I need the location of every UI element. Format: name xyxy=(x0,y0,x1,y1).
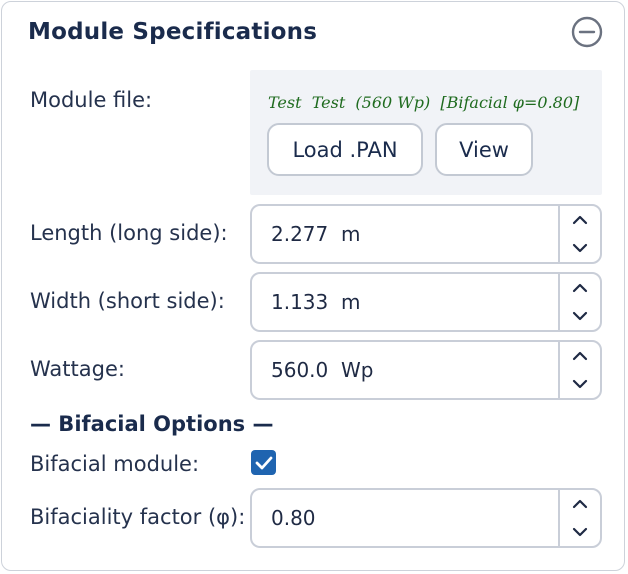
bifaciality-factor-decrement-button[interactable] xyxy=(560,518,600,546)
module-specifications-panel: Module Specifications Module file: Test … xyxy=(1,1,625,571)
wattage-decrement-button[interactable] xyxy=(560,370,600,398)
bifaciality-factor-label: Bifaciality factor (φ): xyxy=(30,505,246,529)
wattage-spinbox[interactable]: 560.0 Wp xyxy=(250,340,602,400)
length-value[interactable]: 2.277 m xyxy=(271,206,360,262)
panel-title: Module Specifications xyxy=(28,19,318,45)
checkmark-icon xyxy=(255,456,272,469)
bifacial-module-checkbox[interactable] xyxy=(251,450,276,475)
module-file-name: Test Test (560 Wp) [Bifacial φ=0.80] xyxy=(268,93,580,112)
width-increment-button[interactable] xyxy=(560,274,600,302)
chevron-up-icon xyxy=(572,499,588,509)
wattage-value[interactable]: 560.0 Wp xyxy=(271,342,373,398)
length-increment-button[interactable] xyxy=(560,206,600,234)
width-label: Width (short side): xyxy=(30,289,225,313)
view-button[interactable]: View xyxy=(435,123,533,176)
chevron-down-icon xyxy=(572,527,588,537)
chevron-up-icon xyxy=(572,283,588,293)
module-file-box: Test Test (560 Wp) [Bifacial φ=0.80] Loa… xyxy=(250,70,602,195)
chevron-up-icon xyxy=(572,215,588,225)
width-decrement-button[interactable] xyxy=(560,302,600,330)
bifacial-module-label: Bifacial module: xyxy=(30,452,200,476)
chevron-up-icon xyxy=(572,351,588,361)
bifaciality-factor-value[interactable]: 0.80 xyxy=(271,490,316,546)
width-spinbox[interactable]: 1.133 m xyxy=(250,272,602,332)
chevron-down-icon xyxy=(572,379,588,389)
collapse-button[interactable] xyxy=(571,16,603,48)
minus-circle-icon xyxy=(571,16,603,48)
length-decrement-button[interactable] xyxy=(560,234,600,262)
length-stepper[interactable] xyxy=(558,206,600,262)
length-label: Length (long side): xyxy=(30,221,228,245)
width-stepper[interactable] xyxy=(558,274,600,330)
load-pan-button[interactable]: Load .PAN xyxy=(267,123,423,176)
chevron-down-icon xyxy=(572,311,588,321)
bifaciality-factor-stepper[interactable] xyxy=(558,490,600,546)
bifacial-options-heading: — Bifacial Options — xyxy=(30,412,274,436)
module-file-label: Module file: xyxy=(30,88,153,112)
bifaciality-factor-spinbox[interactable]: 0.80 xyxy=(250,488,602,548)
wattage-stepper[interactable] xyxy=(558,342,600,398)
wattage-increment-button[interactable] xyxy=(560,342,600,370)
bifaciality-factor-increment-button[interactable] xyxy=(560,490,600,518)
width-value[interactable]: 1.133 m xyxy=(271,274,360,330)
chevron-down-icon xyxy=(572,243,588,253)
length-spinbox[interactable]: 2.277 m xyxy=(250,204,602,264)
wattage-label: Wattage: xyxy=(30,357,125,381)
